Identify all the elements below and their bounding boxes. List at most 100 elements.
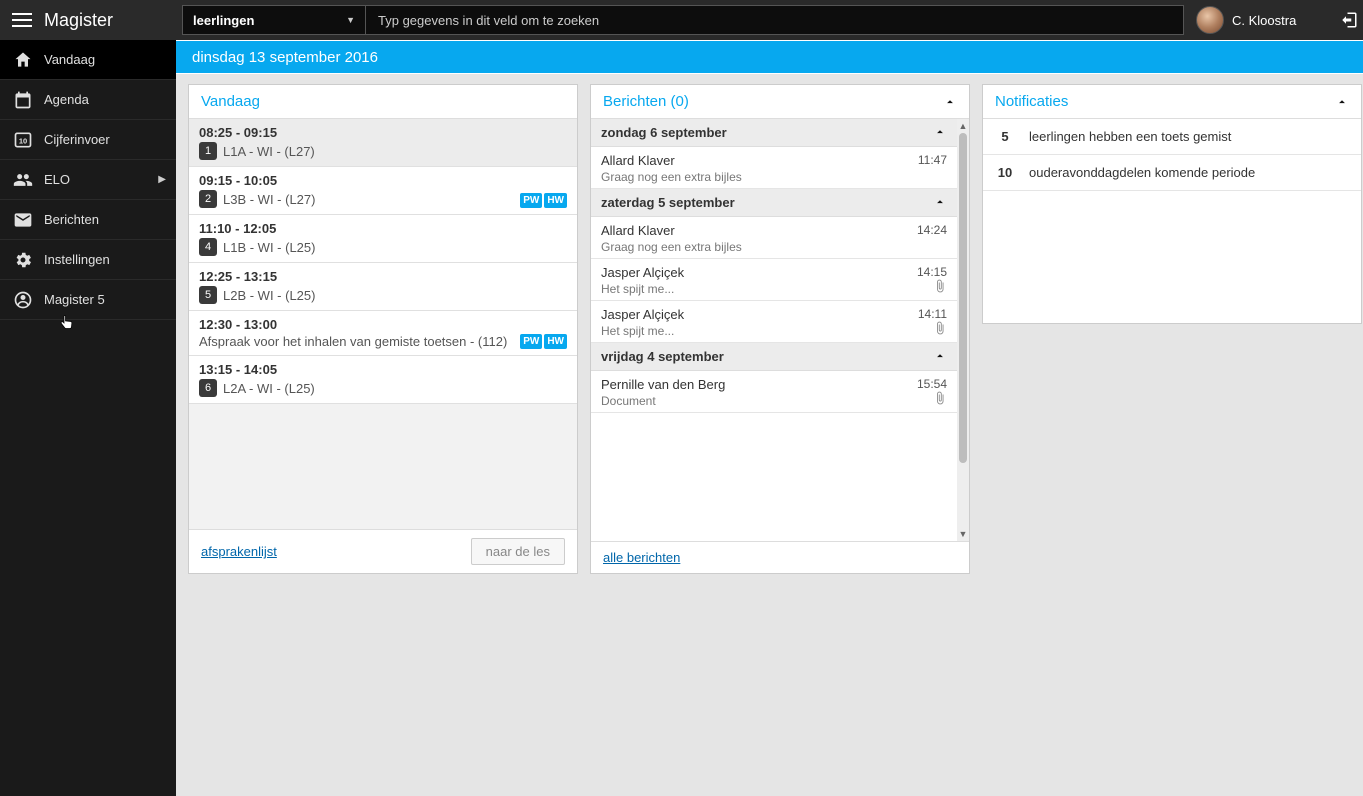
hour-badge: 1 [199, 142, 217, 160]
message-from: Pernille van den Berg [601, 377, 947, 392]
search-select[interactable]: leerlingen ▼ [182, 5, 366, 35]
hour-badge: 4 [199, 238, 217, 256]
dropdown-icon: ▼ [346, 15, 355, 25]
berichten-card: Berichten (0) zondag 6 septemberAllard K… [590, 84, 970, 574]
message-day-header[interactable]: zaterdag 5 september [591, 189, 957, 217]
collapse-icon[interactable] [933, 195, 947, 209]
collapse-icon[interactable] [1335, 95, 1349, 109]
message-item[interactable]: Allard Klaver11:47Graag nog een extra bi… [591, 147, 957, 189]
naar-de-les-button[interactable]: naar de les [471, 538, 565, 565]
notification-item[interactable]: 5 leerlingen hebben een toets gemist [983, 119, 1361, 155]
user-block[interactable]: C. Kloostra [1184, 6, 1334, 34]
schedule-item[interactable]: 11:10 - 12:054L1B - WI - (L25) [189, 215, 577, 263]
collapse-icon[interactable] [933, 125, 947, 139]
schedule-desc: 1L1A - WI - (L27) [199, 142, 567, 160]
scroll-down-icon[interactable]: ▼ [957, 529, 969, 539]
schedule-item[interactable]: 12:25 - 13:155L2B - WI - (L25) [189, 263, 577, 311]
notification-count: 5 [995, 129, 1015, 144]
tag: PW [520, 193, 542, 208]
sidebar-item-magister5[interactable]: Magister 5 [0, 280, 176, 320]
message-item[interactable]: Jasper Alçiçek14:15Het spijt me... [591, 259, 957, 301]
message-time: 14:24 [917, 223, 947, 237]
sidebar-item-instellingen[interactable]: Instellingen [0, 240, 176, 280]
schedule-time: 12:25 - 13:15 [199, 269, 567, 284]
vandaag-title: Vandaag [189, 85, 577, 119]
hour-badge: 2 [199, 190, 217, 208]
schedule-desc: Afspraak voor het inhalen van gemiste to… [199, 334, 567, 349]
tag: HW [544, 334, 567, 349]
collapse-icon[interactable] [933, 349, 947, 363]
tag: PW [520, 334, 542, 349]
cijferinvoer-icon: 10 [12, 129, 34, 151]
main: leerlingen ▼ C. Kloostra dinsdag 13 sept… [176, 0, 1363, 796]
attachment-icon [933, 279, 947, 296]
notification-item[interactable]: 10ouderavonddagdelen komende periode [983, 155, 1361, 191]
message-item[interactable]: Jasper Alçiçek14:11Het spijt me... [591, 301, 957, 343]
brand-bar: Magister [0, 0, 176, 40]
schedule-desc: 2L3B - WI - (L27) [199, 190, 567, 208]
tags: PWHW [520, 334, 567, 349]
hour-badge: 5 [199, 286, 217, 304]
message-time: 14:11 [918, 307, 947, 321]
notification-count: 10 [995, 165, 1015, 180]
alle-berichten-link[interactable]: alle berichten [603, 550, 680, 565]
message-time: 14:15 [917, 265, 947, 279]
schedule-time: 08:25 - 09:15 [199, 125, 567, 140]
chevron-right-icon: ▶ [158, 174, 166, 185]
notificaties-card: Notificaties 5 leerlingen hebben een toet… [982, 84, 1362, 324]
notificaties-title: Notificaties [995, 93, 1068, 110]
sidebar-item-berichten[interactable]: Berichten [0, 200, 176, 240]
sidebar-item-label: Cijferinvoer [44, 132, 110, 147]
berichten-scroll[interactable]: zondag 6 septemberAllard Klaver11:47Graa… [591, 119, 957, 541]
afsprakenlijst-link[interactable]: afsprakenlijst [201, 544, 277, 559]
schedule-time: 09:15 - 10:05 [199, 173, 567, 188]
message-day-header[interactable]: zondag 6 september [591, 119, 957, 147]
vandaag-card: Vandaag 08:25 - 09:15 1L1A - WI - (L27) 09… [188, 84, 578, 574]
scroll-up-icon[interactable]: ▲ [957, 121, 969, 131]
sidebar-item-agenda[interactable]: 7Agenda [0, 80, 176, 120]
schedule-item[interactable]: 09:15 - 10:05 2L3B - WI - (L27)PWHW [189, 167, 577, 215]
berichten-icon [12, 209, 34, 231]
message-item[interactable]: Allard Klaver14:24Graag nog een extra bi… [591, 217, 957, 259]
svg-text:10: 10 [19, 136, 27, 145]
scrollbar[interactable]: ▲ ▼ [957, 119, 969, 541]
logout-button[interactable] [1334, 11, 1363, 29]
message-time: 11:47 [918, 153, 947, 167]
vandaag-footer: afsprakenlijst naar de les [189, 529, 577, 573]
scroll-thumb[interactable] [959, 133, 967, 463]
berichten-list: zondag 6 septemberAllard Klaver11:47Graa… [591, 119, 969, 541]
sidebar-item-label: Agenda [44, 92, 89, 107]
date-bar: dinsdag 13 september 2016 [176, 40, 1363, 74]
message-item[interactable]: Pernille van den Berg15:54Document [591, 371, 957, 413]
search-input[interactable] [366, 5, 1184, 35]
menu-icon[interactable] [12, 13, 32, 27]
schedule-item[interactable]: 12:30 - 13:00Afspraak voor het inhalen v… [189, 311, 577, 356]
berichten-head: Berichten (0) [591, 85, 969, 119]
schedule-item[interactable]: 08:25 - 09:15 1L1A - WI - (L27) [189, 119, 577, 167]
avatar [1196, 6, 1224, 34]
sidebar-item-cijferinvoer[interactable]: 10 Cijferinvoer [0, 120, 176, 160]
sidebar-item-label: Instellingen [44, 252, 110, 267]
notificaties-list: 5 leerlingen hebben een toets gemist 10oud… [983, 119, 1361, 323]
collapse-icon[interactable] [943, 95, 957, 109]
message-day-header[interactable]: vrijdag 4 september [591, 343, 957, 371]
message-day-label: vrijdag 4 september [601, 349, 724, 364]
sidebar-item-label: ELO [44, 172, 70, 187]
sidebar-item-vandaag[interactable]: Vandaag [0, 40, 176, 80]
message-day-label: zaterdag 5 september [601, 195, 735, 210]
sidebar-item-elo[interactable]: ELO ▶ [0, 160, 176, 200]
schedule-list: 08:25 - 09:15 1L1A - WI - (L27) 09:15 - 10… [189, 119, 577, 529]
berichten-title: Berichten (0) [603, 93, 689, 110]
sidebar: Magister Vandaag 7Agenda 10 Cijferinvoer ELO… [0, 0, 176, 796]
notification-text: leerlingen hebben een toets gemist [1029, 129, 1231, 144]
schedule-time: 13:15 - 14:05 [199, 362, 567, 377]
topbar: leerlingen ▼ C. Kloostra [176, 0, 1363, 40]
user-name: C. Kloostra [1232, 13, 1296, 28]
tags: PWHW [520, 193, 567, 208]
search-select-label: leerlingen [193, 13, 254, 28]
berichten-footer: alle berichten [591, 541, 969, 573]
message-body: Graag nog een extra bijles [601, 170, 947, 184]
tag: HW [544, 193, 567, 208]
sidebar-item-label: Vandaag [44, 52, 95, 67]
schedule-item[interactable]: 13:15 - 14:056L2A - WI - (L25) [189, 356, 577, 404]
